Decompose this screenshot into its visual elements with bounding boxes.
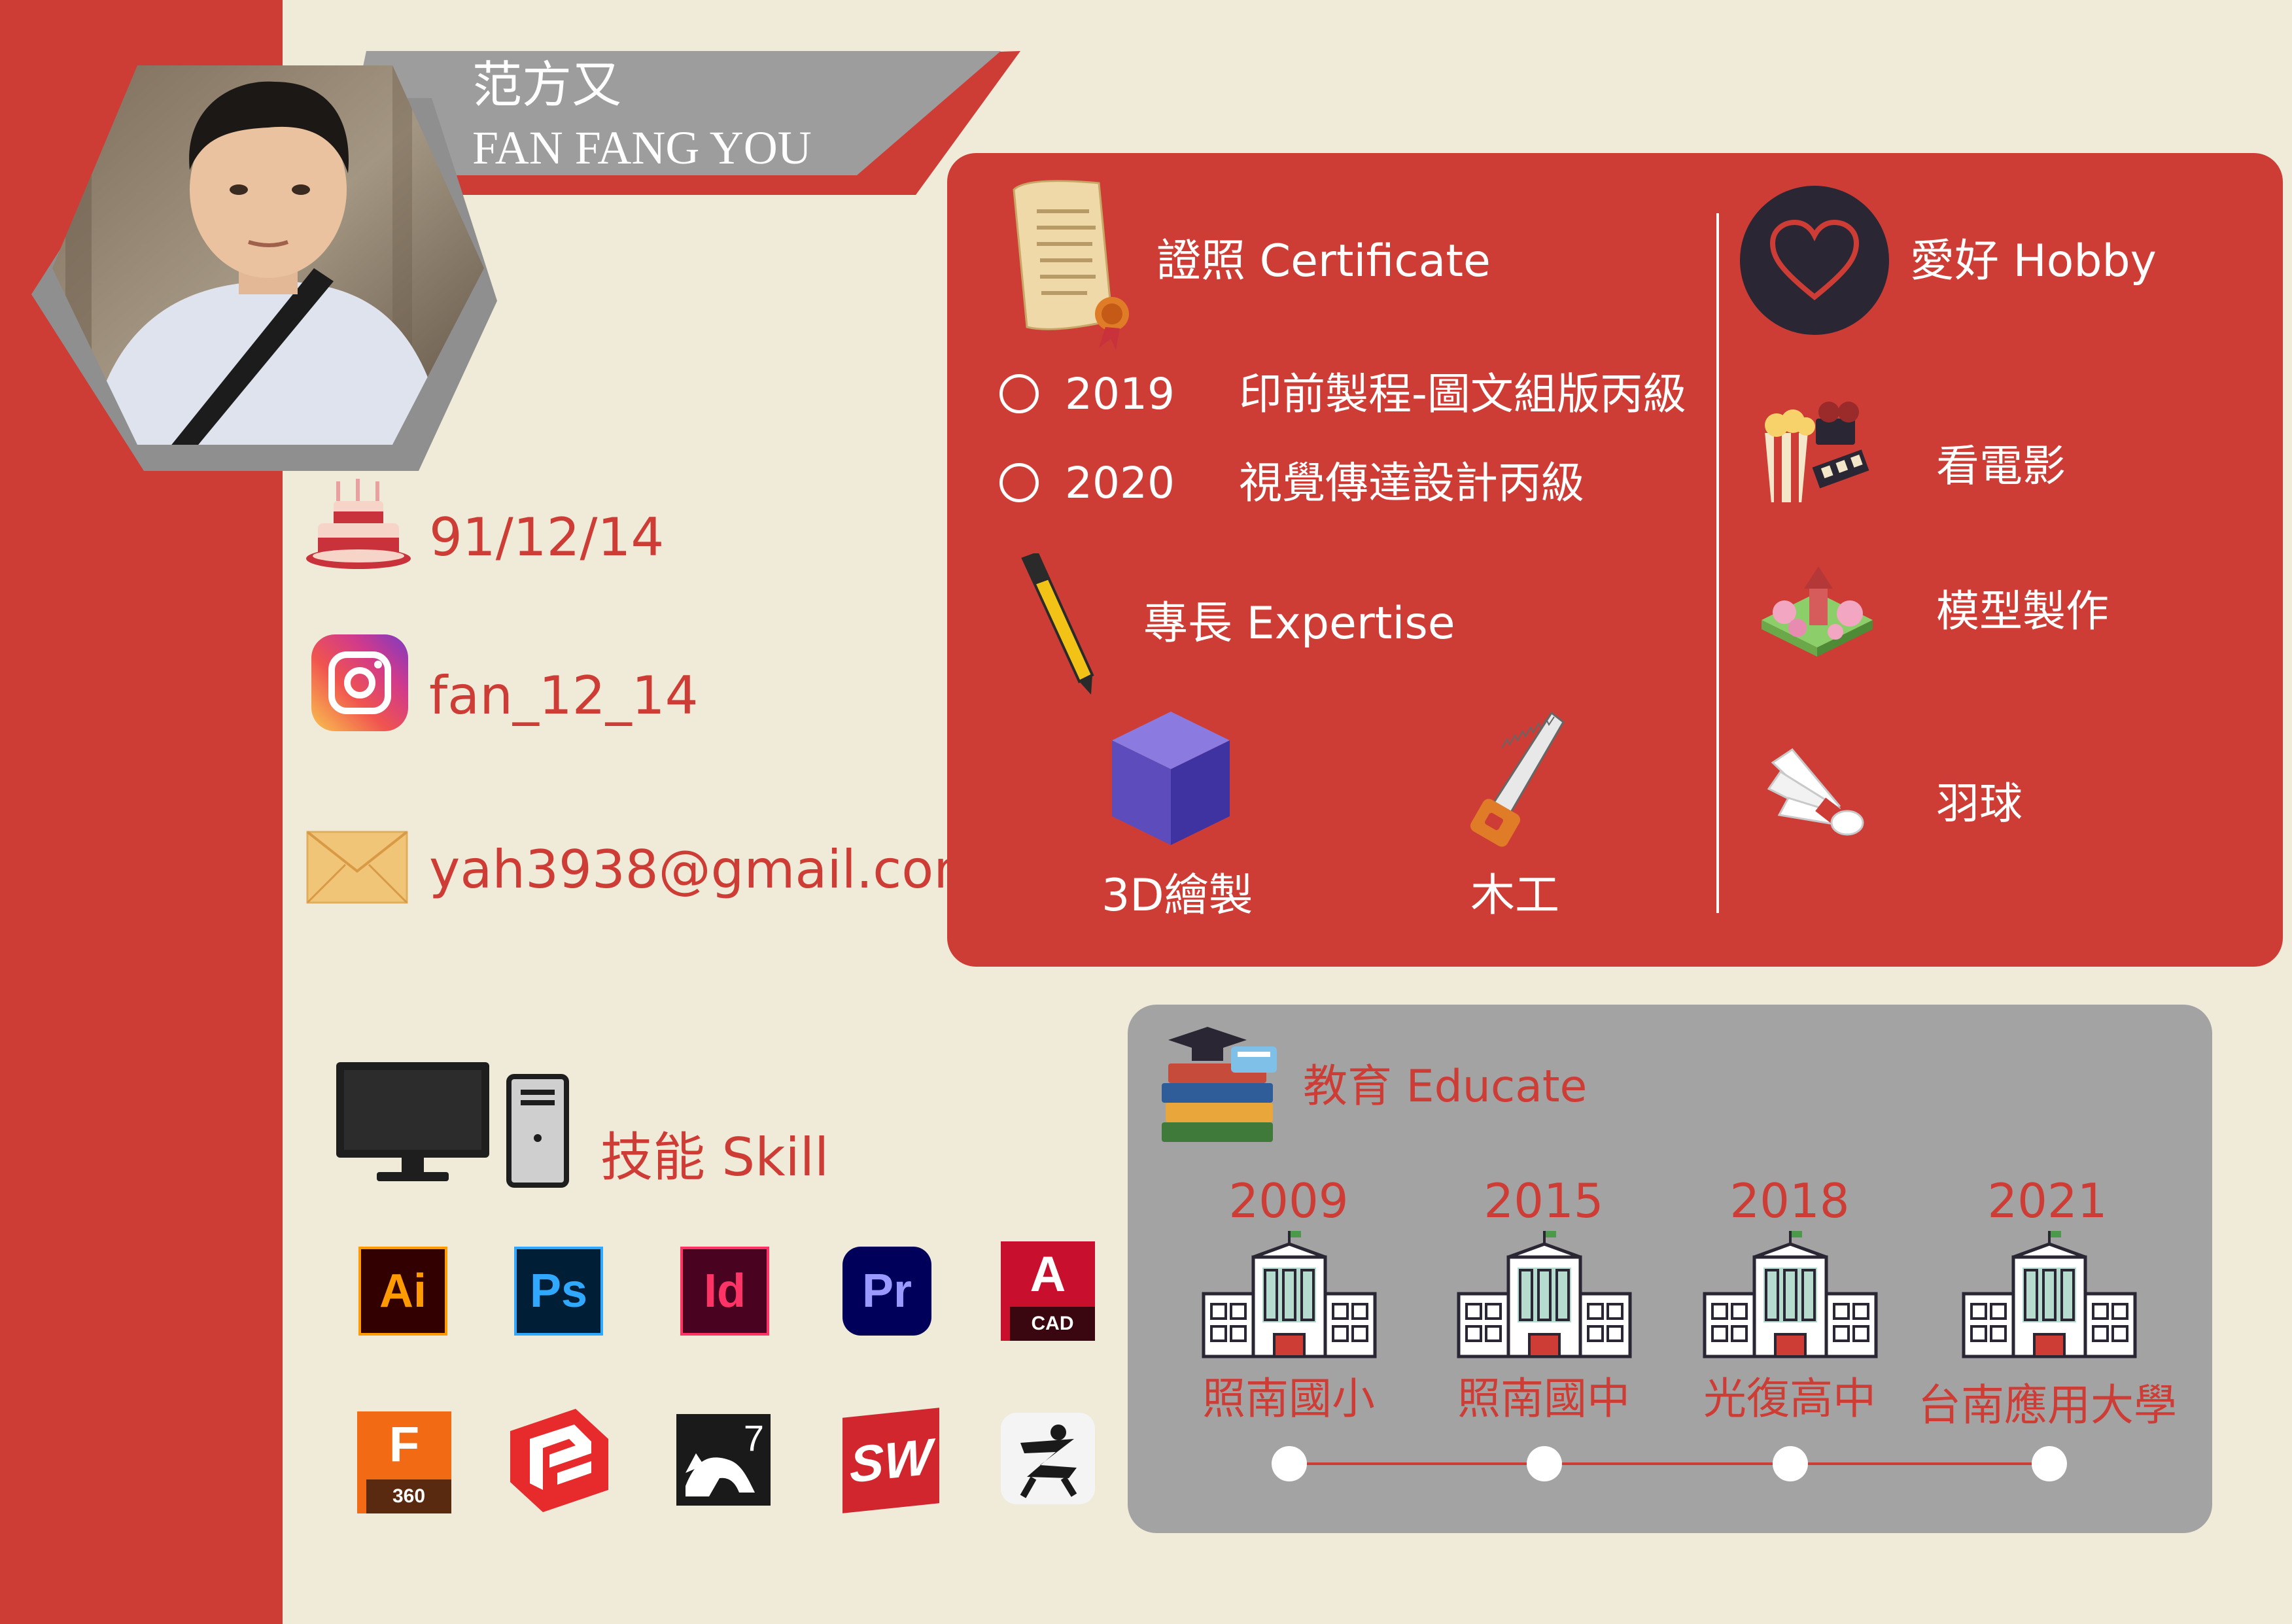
heart-badge bbox=[1740, 186, 1889, 335]
fusion360-icon-letter: F bbox=[389, 1416, 420, 1472]
timeline-dot bbox=[1527, 1446, 1562, 1481]
hobby-label: 羽球 bbox=[1936, 778, 2023, 829]
hobby-title: 愛好 Hobby bbox=[1910, 235, 2157, 287]
hobby-label: 看電影 bbox=[1936, 441, 2066, 491]
email-text[interactable]: yah3938@gmail.com bbox=[429, 844, 984, 896]
certificate-year: 2019 bbox=[1065, 369, 1175, 419]
autocad-icon: A CAD bbox=[1001, 1241, 1095, 1341]
certificate-title: 證照 Certificate bbox=[1156, 235, 1491, 287]
certificate-bullet bbox=[999, 374, 1039, 413]
timeline-dot bbox=[1773, 1446, 1808, 1481]
name-english: FAN FANG YOU bbox=[472, 122, 812, 174]
solidworks-icon-text: SW bbox=[850, 1426, 932, 1494]
shuttlecock-icon bbox=[1767, 748, 1864, 836]
heart-icon bbox=[1769, 219, 1860, 301]
expertise-label: 木工 bbox=[1470, 870, 1559, 922]
sketchup-icon bbox=[510, 1409, 608, 1512]
certificate-name: 視覺傳達設計丙級 bbox=[1239, 458, 1584, 508]
instagram-handle[interactable]: fan_12_14 bbox=[429, 670, 698, 722]
illustrator-icon: Ai bbox=[358, 1247, 447, 1336]
birthday-text: 91/12/14 bbox=[429, 507, 665, 568]
saw-icon bbox=[1470, 711, 1565, 847]
rhino-icon: 7 bbox=[676, 1414, 771, 1506]
pen-icon bbox=[1021, 553, 1094, 695]
certificate-bullet bbox=[999, 463, 1039, 502]
education-school: 照南國中 bbox=[1457, 1373, 1630, 1424]
school-building-icon bbox=[1457, 1231, 1632, 1358]
school-building-icon bbox=[1962, 1231, 2137, 1358]
panel-divider bbox=[1716, 213, 1719, 913]
education-year: 2009 bbox=[1228, 1173, 1349, 1228]
zbrush-icon bbox=[1001, 1413, 1095, 1504]
certificate-name: 印前製程-圖文組版丙級 bbox=[1239, 369, 1686, 419]
timeline-dot bbox=[2032, 1446, 2067, 1481]
fusion360-icon: F 360 bbox=[357, 1411, 451, 1513]
computer-icon bbox=[336, 1062, 569, 1188]
education-school: 照南國小 bbox=[1202, 1373, 1375, 1424]
expertise-title: 專長 Expertise bbox=[1143, 598, 1455, 649]
photoshop-icon: Ps bbox=[514, 1247, 603, 1336]
rhino-version: 7 bbox=[743, 1417, 764, 1459]
premiere-icon: Pr bbox=[842, 1247, 931, 1336]
instagram-icon bbox=[311, 634, 408, 731]
skill-title: 技能 Skill bbox=[600, 1127, 829, 1188]
timeline-dot bbox=[1272, 1446, 1307, 1481]
school-building-icon bbox=[1703, 1231, 1878, 1358]
profile-photo bbox=[31, 65, 497, 471]
certificate-year: 2020 bbox=[1065, 458, 1175, 508]
education-timeline bbox=[1287, 1462, 2051, 1465]
certificate-scroll-icon bbox=[1013, 180, 1129, 350]
education-title: 教育 Educate bbox=[1303, 1061, 1588, 1113]
cake-icon bbox=[306, 479, 411, 569]
education-school: 光復高中 bbox=[1703, 1373, 1876, 1424]
model-icon bbox=[1762, 566, 1873, 657]
solidworks-icon: SW bbox=[842, 1408, 939, 1513]
expertise-label: 3D繪製 bbox=[1102, 870, 1253, 922]
envelope-icon bbox=[306, 831, 408, 904]
books-icon bbox=[1162, 1027, 1277, 1142]
autocad-icon-sub: CAD bbox=[1010, 1307, 1095, 1341]
zbrush-figure bbox=[1020, 1425, 1077, 1498]
fusion360-icon-sub: 360 bbox=[366, 1479, 451, 1513]
school-building-icon bbox=[1202, 1231, 1377, 1358]
education-year: 2018 bbox=[1729, 1173, 1850, 1228]
hobby-label: 模型製作 bbox=[1936, 586, 2109, 636]
movie-icon bbox=[1762, 402, 1869, 505]
education-year: 2015 bbox=[1484, 1173, 1604, 1228]
3d-cube-icon bbox=[1112, 712, 1230, 845]
indesign-icon: Id bbox=[680, 1247, 769, 1336]
education-school: 台南應用大學 bbox=[1918, 1380, 2177, 1430]
education-year: 2021 bbox=[1987, 1173, 2108, 1228]
autocad-icon-letter: A bbox=[1030, 1246, 1066, 1302]
